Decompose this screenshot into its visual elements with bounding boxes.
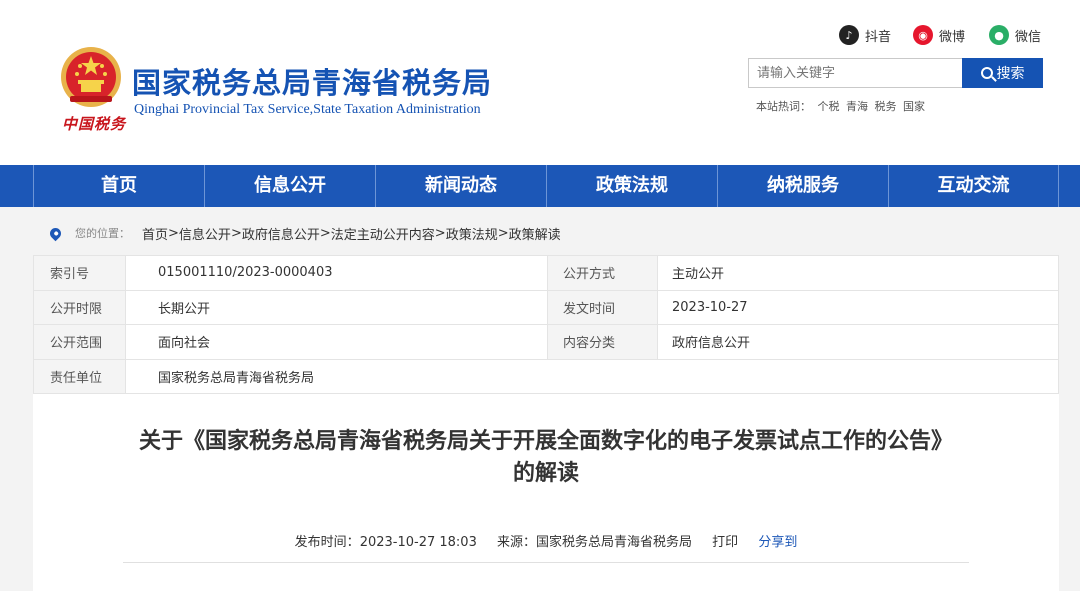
info-value: 长期公开: [125, 289, 548, 325]
nav-item-info-disclosure[interactable]: 信息公开: [204, 165, 375, 207]
share-button[interactable]: 分享到: [758, 535, 797, 550]
hot-words-label: 本站热词：: [756, 100, 811, 113]
breadcrumb-item[interactable]: 首页: [142, 224, 168, 243]
document-info-table: 索引号 015001110/2023-0000403 公开方式 主动公开 公开时…: [33, 255, 1059, 394]
china-tax-seal: 中国税务: [62, 115, 127, 133]
search-input[interactable]: [748, 58, 963, 88]
search-button[interactable]: 搜索: [962, 58, 1043, 88]
breadcrumb-separator: >: [434, 225, 446, 241]
wechat-icon: ●: [989, 25, 1009, 45]
nav-item-interaction[interactable]: 互动交流: [888, 165, 1058, 207]
info-value: 面向社会: [125, 324, 548, 360]
info-key: 公开方式: [547, 255, 658, 291]
breadcrumb-label: 您的位置：: [75, 227, 130, 240]
info-key: 索引号: [33, 255, 126, 291]
info-value: 2023-10-27: [657, 289, 1059, 325]
hot-words: 本站热词： 个税 青海 税务 国家: [756, 98, 928, 114]
main-nav: 首页 信息公开 新闻动态 政策法规 纳税服务 互动交流: [0, 165, 1080, 207]
social-weibo-label: 微博: [939, 29, 966, 45]
nav-item-home[interactable]: 首页: [33, 165, 204, 207]
article-title: 关于《国家税务总局青海省税务局关于开展全面数字化的电子发票试点工作的公告》的解读: [138, 429, 953, 486]
breadcrumb-item[interactable]: 政策解读: [509, 224, 561, 243]
nav-item-news[interactable]: 新闻动态: [375, 165, 546, 207]
table-row: 公开时限 长期公开 发文时间 2023-10-27: [33, 289, 1059, 325]
weibo-icon: ◉: [913, 25, 933, 45]
publish-time-value: 2023-10-27 18:03: [359, 535, 477, 550]
info-key: 内容分类: [547, 324, 658, 360]
info-key: 公开时限: [33, 289, 126, 325]
info-key: 发文时间: [547, 289, 658, 325]
info-value: 主动公开: [657, 255, 1059, 291]
print-button[interactable]: 打印: [712, 535, 738, 550]
article-divider: [123, 562, 969, 563]
info-value: 015001110/2023-0000403: [125, 255, 548, 291]
article-source: 来源：国家税务总局青海省税务局: [497, 535, 692, 550]
breadcrumb-item[interactable]: 信息公开: [179, 224, 231, 243]
search-button-label: 搜索: [996, 66, 1025, 82]
article-meta: 发布时间：2023-10-27 18:03 来源：国家税务总局青海省税务局 打印…: [33, 531, 1059, 550]
social-douyin[interactable]: ♪ 抖音: [839, 24, 891, 46]
site-header: 中国税务 国家税务总局青海省税务局 Qinghai Provincial Tax…: [0, 0, 1080, 165]
search-icon: [980, 67, 993, 79]
hot-word-link[interactable]: 国家: [903, 100, 925, 113]
hot-word-link[interactable]: 青海: [846, 100, 868, 113]
hot-word-link[interactable]: 个税: [818, 100, 840, 113]
breadcrumb-item[interactable]: 政策法规: [446, 224, 498, 243]
breadcrumb-item[interactable]: 政府信息公开: [242, 224, 320, 243]
national-emblem-icon: [61, 47, 121, 107]
info-key: 公开范围: [33, 324, 126, 360]
info-value: 政府信息公开: [657, 324, 1059, 360]
article: 关于《国家税务总局青海省税务局关于开展全面数字化的电子发票试点工作的公告》的解读…: [33, 394, 1059, 591]
douyin-icon: ♪: [839, 25, 859, 45]
info-key: 责任单位: [33, 358, 126, 394]
publish-time: 发布时间：2023-10-27 18:03: [295, 535, 477, 550]
source-value: 国家税务总局青海省税务局: [536, 535, 693, 550]
breadcrumb-separator: >: [497, 225, 509, 241]
site-subtitle: Qinghai Provincial Tax Service,State Tax…: [134, 102, 481, 117]
table-row: 索引号 015001110/2023-0000403 公开方式 主动公开: [33, 255, 1059, 291]
info-value: 国家税务总局青海省税务局: [125, 358, 1059, 394]
social-weibo[interactable]: ◉ 微博: [913, 24, 965, 46]
nav-divider: [1058, 165, 1059, 207]
social-douyin-label: 抖音: [865, 29, 892, 45]
breadcrumb-separator: >: [319, 225, 331, 241]
publish-time-label: 发布时间：: [294, 535, 360, 550]
location-pin-icon: [47, 225, 64, 241]
nav-item-tax-service[interactable]: 纳税服务: [717, 165, 888, 207]
breadcrumb-item[interactable]: 法定主动公开内容: [331, 224, 435, 243]
table-row: 责任单位 国家税务总局青海省税务局: [33, 358, 1059, 394]
table-row: 公开范围 面向社会 内容分类 政府信息公开: [33, 324, 1059, 360]
breadcrumb-separator: >: [230, 225, 242, 241]
social-wechat[interactable]: ● 微信: [989, 24, 1041, 46]
breadcrumb-separator: >: [168, 225, 179, 241]
nav-item-policy[interactable]: 政策法规: [546, 165, 717, 207]
site-title[interactable]: 国家税务总局青海省税务局: [132, 60, 492, 102]
hot-word-link[interactable]: 税务: [875, 100, 897, 113]
social-wechat-label: 微信: [1015, 29, 1042, 45]
source-label: 来源：: [496, 535, 536, 550]
breadcrumb: 您的位置： 首页 > 信息公开 > 政府信息公开 > 法定主动公开内容 > 政策…: [47, 224, 561, 243]
